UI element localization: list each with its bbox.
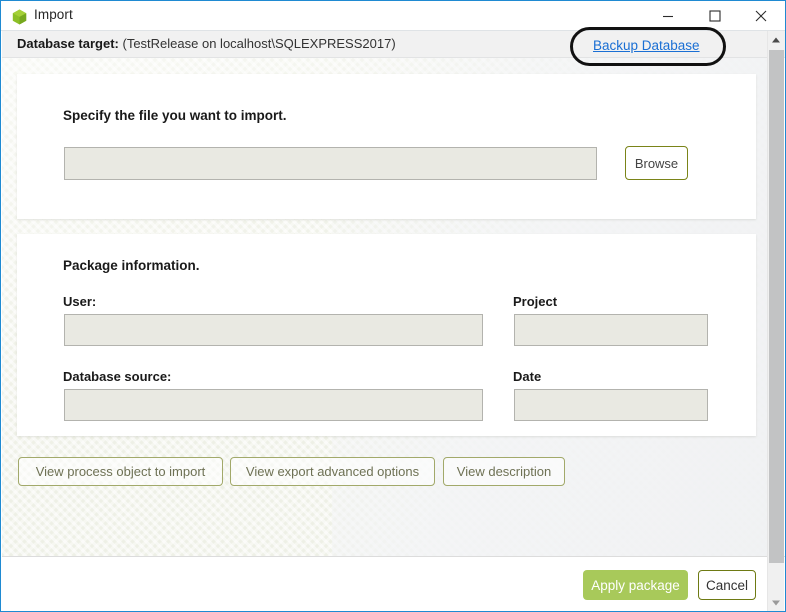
database-target-label: Database target: (17, 36, 119, 51)
close-button[interactable] (739, 1, 783, 30)
maximize-icon (709, 9, 721, 22)
apply-package-button[interactable]: Apply package (583, 570, 688, 600)
cancel-button[interactable]: Cancel (698, 570, 756, 600)
title-bar: Import (1, 1, 785, 31)
package-panel-title: Package information. (63, 258, 200, 273)
close-icon (755, 10, 767, 21)
view-export-advanced-options-button[interactable]: View export advanced options (230, 457, 435, 486)
database-source-input[interactable] (64, 389, 483, 421)
file-panel-title: Specify the file you want to import. (63, 108, 287, 123)
caret-up-icon (772, 37, 780, 42)
database-target-value: (TestRelease on localhost\SQLEXPRESS2017… (122, 36, 396, 51)
import-dialog-window: Import Database target: (TestRelease on … (0, 0, 786, 612)
date-label: Date (513, 369, 542, 384)
scroll-up-button[interactable] (768, 31, 784, 48)
project-label: Project (513, 294, 558, 309)
minimize-icon (663, 15, 673, 17)
package-information-panel: Package information. User: Project Datab… (17, 234, 756, 436)
green-cube-icon (12, 9, 27, 25)
view-description-button[interactable]: View description (443, 457, 565, 486)
window-title: Import (34, 7, 73, 22)
date-input[interactable] (514, 389, 708, 421)
vertical-scrollbar[interactable] (767, 31, 784, 611)
dialog-body: Specify the file you want to import. Bro… (2, 58, 770, 556)
file-path-input[interactable] (64, 147, 597, 180)
backup-database-link[interactable]: Backup Database (593, 38, 700, 53)
maximize-button[interactable] (693, 1, 737, 30)
user-input[interactable] (64, 314, 483, 346)
database-source-label: Database source: (63, 369, 172, 384)
browse-button[interactable]: Browse (625, 146, 688, 180)
minimize-button[interactable] (646, 1, 690, 30)
file-selection-panel: Specify the file you want to import. Bro… (17, 74, 756, 274)
user-label: User: (63, 294, 97, 309)
caret-down-icon (772, 600, 780, 605)
dialog-footer: Apply package Cancel (2, 556, 785, 611)
scroll-thumb[interactable] (769, 50, 784, 563)
database-target-text: Database target: (TestRelease on localho… (17, 36, 396, 51)
project-input[interactable] (514, 314, 708, 346)
scroll-down-button[interactable] (768, 594, 784, 611)
view-process-object-button[interactable]: View process object to import (18, 457, 223, 486)
